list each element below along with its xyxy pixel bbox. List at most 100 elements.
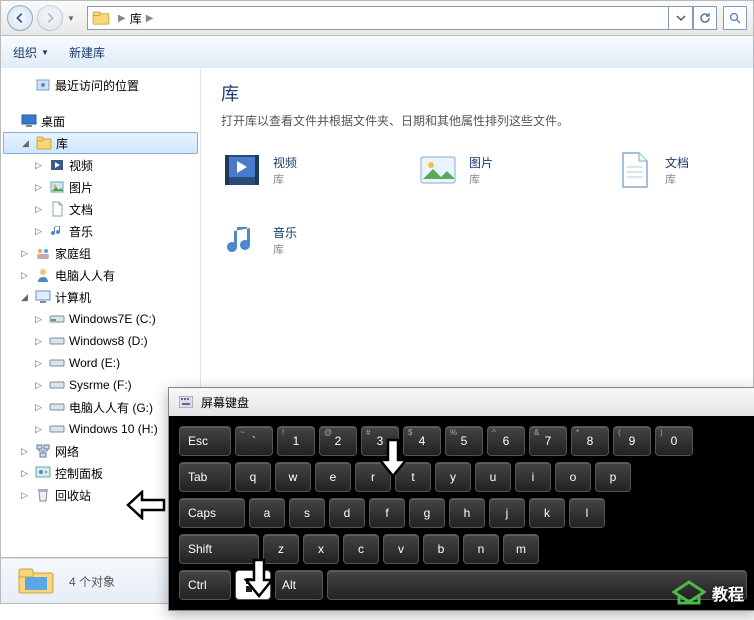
drive-icon — [49, 377, 65, 393]
recent-icon — [35, 77, 51, 93]
user-icon — [35, 267, 51, 283]
keyboard-icon — [179, 396, 193, 408]
video-icon — [49, 157, 65, 173]
tree-documents[interactable]: ▷ 文档 — [1, 198, 200, 220]
documents-library-icon — [613, 149, 655, 191]
refresh-button[interactable] — [693, 6, 717, 30]
tree-user[interactable]: ▷ 电脑人人有 — [1, 264, 200, 286]
homegroup-icon — [35, 245, 51, 261]
search-box[interactable] — [723, 6, 747, 30]
tree-desktop[interactable]: 桌面 — [1, 110, 200, 132]
key-7[interactable]: &7 — [529, 426, 567, 456]
breadcrumb-item[interactable]: 库 — [130, 10, 142, 27]
key-d[interactable]: d — [329, 498, 365, 528]
expand-icon[interactable]: ▷ — [35, 204, 45, 215]
drive-icon — [49, 333, 65, 349]
expand-icon[interactable]: ◢ — [22, 138, 32, 149]
tree-homegroup[interactable]: ▷ 家庭组 — [1, 242, 200, 264]
key-f[interactable]: f — [369, 498, 405, 528]
page-description: 打开库以查看文件并根据文件夹、日期和其他属性排列这些文件。 — [221, 112, 733, 129]
key-1[interactable]: !1 — [277, 426, 315, 456]
recycle-icon — [35, 487, 51, 503]
key-0[interactable]: )0 — [655, 426, 693, 456]
key-5[interactable]: %5 — [445, 426, 483, 456]
tree-drive-c[interactable]: ▷Windows7E (C:) — [1, 308, 200, 330]
key-l[interactable]: l — [569, 498, 605, 528]
tree-recent-places[interactable]: 最近访问的位置 — [1, 74, 200, 96]
drive-icon — [49, 355, 65, 371]
key-alt[interactable]: Alt — [275, 570, 323, 600]
watermark-icon — [672, 578, 706, 608]
osk-title: 屏幕键盘 — [201, 394, 249, 411]
expand-icon[interactable]: ◢ — [21, 292, 31, 303]
desktop-icon — [21, 113, 37, 129]
osk-titlebar[interactable]: 屏幕键盘 — [169, 388, 754, 416]
tree-videos[interactable]: ▷ 视频 — [1, 154, 200, 176]
expand-icon[interactable]: ▷ — [21, 248, 31, 259]
tree-computer[interactable]: ◢ 计算机 — [1, 286, 200, 308]
key-x[interactable]: x — [303, 534, 339, 564]
key-n[interactable]: n — [463, 534, 499, 564]
key-v[interactable]: v — [383, 534, 419, 564]
pictures-icon — [49, 179, 65, 195]
music-library-icon — [221, 219, 263, 261]
key-ctrl[interactable]: Ctrl — [179, 570, 231, 600]
key-w[interactable]: w — [275, 462, 311, 492]
tree-music[interactable]: ▷ 音乐 — [1, 220, 200, 242]
key-e[interactable]: e — [315, 462, 351, 492]
key-p[interactable]: p — [595, 462, 631, 492]
document-icon — [49, 201, 65, 217]
key-2[interactable]: @2 — [319, 426, 357, 456]
library-grid: 视频库 图片库 文档库 音乐库 — [221, 149, 733, 261]
key-c[interactable]: c — [343, 534, 379, 564]
key-4[interactable]: $4 — [403, 426, 441, 456]
key-tab[interactable]: Tab — [179, 462, 231, 492]
organize-button[interactable]: 组织 ▼ — [13, 44, 49, 61]
key-j[interactable]: j — [489, 498, 525, 528]
key-u[interactable]: u — [475, 462, 511, 492]
tree-drive-d[interactable]: ▷Windows8 (D:) — [1, 330, 200, 352]
key-8[interactable]: *8 — [571, 426, 609, 456]
key-g[interactable]: g — [409, 498, 445, 528]
key-k[interactable]: k — [529, 498, 565, 528]
key-caps[interactable]: Caps — [179, 498, 245, 528]
expand-icon[interactable]: ▷ — [21, 270, 31, 281]
key-s[interactable]: s — [289, 498, 325, 528]
expand-icon[interactable]: ▷ — [35, 226, 45, 237]
key-9[interactable]: (9 — [613, 426, 651, 456]
annotation-arrow-down-1 — [378, 438, 408, 478]
new-library-button[interactable]: 新建库 — [69, 44, 105, 61]
library-icon — [92, 11, 110, 25]
chevron-down-icon: ▼ — [41, 48, 49, 57]
key-6[interactable]: ^6 — [487, 426, 525, 456]
library-item-videos[interactable]: 视频库 — [221, 149, 297, 191]
key-esc[interactable]: Esc — [179, 426, 231, 456]
key-backtick[interactable]: ~` — [235, 426, 273, 456]
annotation-arrow-left — [126, 490, 166, 520]
key-h[interactable]: h — [449, 498, 485, 528]
address-bar-row: ▼ ▶ 库 ▶ — [0, 0, 754, 36]
nav-forward-button[interactable] — [37, 5, 63, 31]
library-item-music[interactable]: 音乐库 — [221, 219, 297, 261]
nav-history-dropdown[interactable]: ▼ — [67, 14, 81, 23]
key-m[interactable]: m — [503, 534, 539, 564]
key-i[interactable]: i — [515, 462, 551, 492]
tree-pictures[interactable]: ▷ 图片 — [1, 176, 200, 198]
library-item-documents[interactable]: 文档库 — [613, 149, 689, 191]
key-o[interactable]: o — [555, 462, 591, 492]
tree-library[interactable]: ◢ 库 — [3, 132, 198, 154]
drive-icon — [49, 399, 65, 415]
key-b[interactable]: b — [423, 534, 459, 564]
address-bar[interactable]: ▶ 库 ▶ — [87, 6, 669, 30]
library-item-pictures[interactable]: 图片库 — [417, 149, 493, 191]
refresh-dropdown-button[interactable] — [669, 6, 693, 30]
control-panel-icon — [35, 465, 51, 481]
key-a[interactable]: a — [249, 498, 285, 528]
key-y[interactable]: y — [435, 462, 471, 492]
tree-drive-e[interactable]: ▷Word (E:) — [1, 352, 200, 374]
watermark: 教程 — [672, 578, 744, 608]
key-q[interactable]: q — [235, 462, 271, 492]
nav-back-button[interactable] — [7, 5, 33, 31]
expand-icon[interactable]: ▷ — [35, 182, 45, 193]
expand-icon[interactable]: ▷ — [35, 160, 45, 171]
